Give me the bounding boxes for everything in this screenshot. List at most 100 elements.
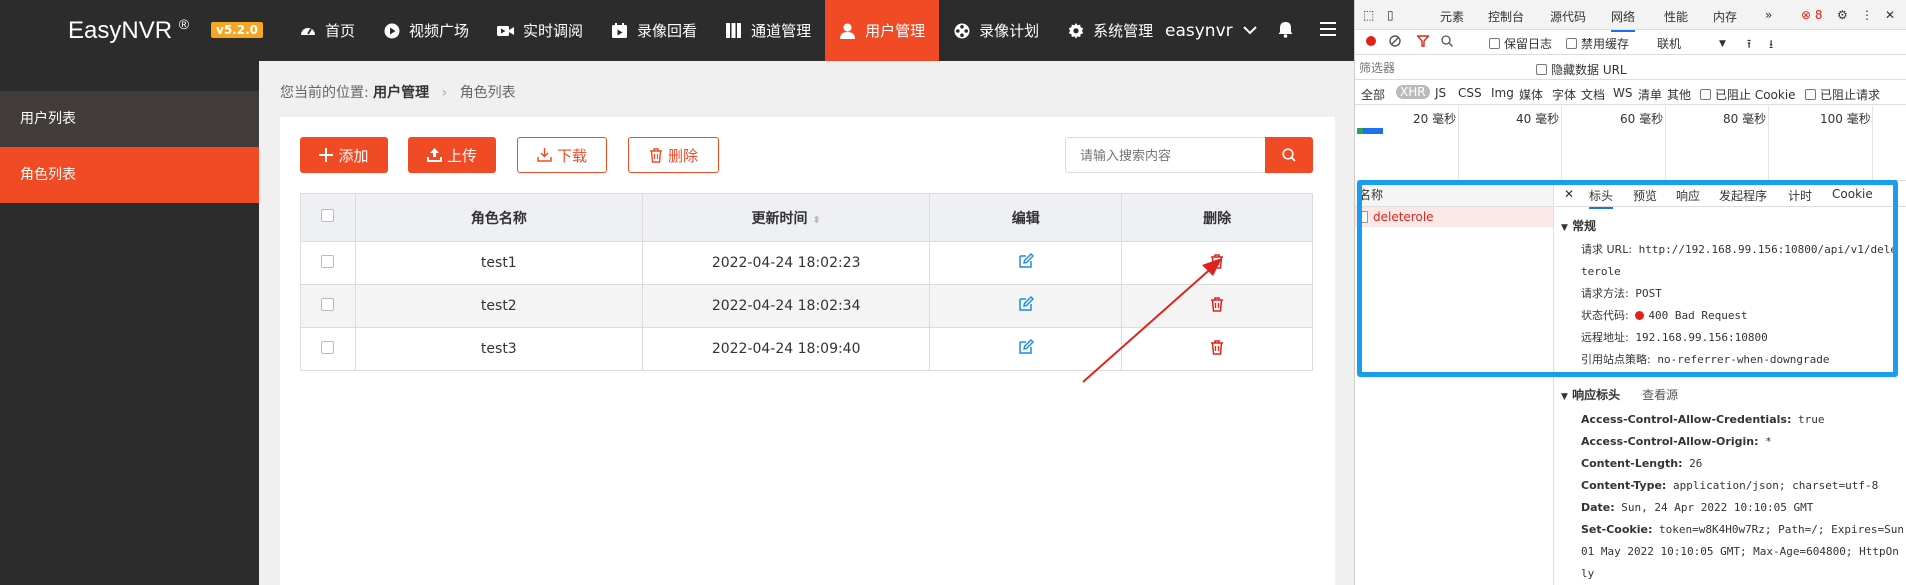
breadcrumb-parent[interactable]: 用户管理 — [373, 85, 429, 101]
sort-icon[interactable]: ⬍ — [812, 215, 820, 226]
row-checkbox[interactable] — [321, 254, 335, 268]
nav-video-square[interactable]: 视频广场 — [369, 0, 483, 61]
tab-cookies[interactable]: Cookie — [1832, 187, 1873, 201]
trash-icon — [649, 147, 663, 163]
col-updated-time[interactable]: 更新时间 ⬍ — [641, 193, 931, 242]
response-header-row: Access-Control-Allow-Origin: * — [1581, 435, 1772, 448]
filter-input[interactable] — [1359, 59, 1519, 77]
type-js[interactable]: JS — [1435, 86, 1446, 100]
nav-recording-plan[interactable]: 录像计划 — [939, 0, 1053, 61]
devtools-panel: ⬚ ▯ 元素 控制台 源代码 网络 性能 内存 » ⊗ 8 ⚙ ⋮ ✕ 保留日志… — [1354, 0, 1906, 585]
type-doc[interactable]: 文档 — [1581, 86, 1605, 103]
tab-memory[interactable]: 内存 — [1713, 8, 1737, 25]
delete-button[interactable]: 删除 — [628, 137, 719, 173]
version-badge: v5.2.0 — [211, 22, 263, 38]
hide-data-urls-checkbox[interactable]: 隐藏数据 URL — [1536, 61, 1627, 78]
throttle-select[interactable]: 联机 ▼ — [1657, 35, 1726, 52]
settings-gear-icon[interactable]: ⚙ — [1837, 8, 1848, 22]
request-row[interactable]: deleterole — [1355, 207, 1553, 227]
type-media[interactable]: 媒体 — [1519, 86, 1543, 103]
search-icon[interactable] — [1441, 35, 1453, 47]
sidebar-item-role-list[interactable]: 角色列表 — [0, 147, 259, 203]
type-ws[interactable]: WS — [1613, 86, 1632, 100]
gear-icon — [1067, 22, 1084, 39]
response-headers-toggle[interactable]: ▼ 响应标头 查看源 — [1561, 386, 1678, 403]
timeline-tick: 80 毫秒 — [1723, 112, 1767, 126]
view-source-link[interactable]: 查看源 — [1642, 388, 1678, 402]
tab-elements[interactable]: 元素 — [1440, 8, 1464, 25]
top-navbar: EasyNVR ® v5.2.0 首页 视频广场 实时调阅 录像回看 通道管理 — [0, 0, 1354, 61]
filter-icon[interactable] — [1417, 35, 1429, 47]
search-button[interactable] — [1265, 137, 1313, 173]
tab-performance[interactable]: 性能 — [1664, 8, 1688, 25]
error-count-badge[interactable]: ⊗ 8 — [1801, 8, 1823, 22]
edit-icon[interactable] — [1018, 296, 1034, 312]
blocked-cookies-checkbox[interactable]: 已阻止 Cookie — [1700, 86, 1796, 103]
user-dropdown[interactable]: easynvr — [1165, 0, 1257, 61]
general-section-toggle[interactable]: ▼ 常规 — [1561, 217, 1596, 234]
clear-icon[interactable] — [1389, 35, 1401, 47]
tab-console[interactable]: 控制台 — [1488, 8, 1524, 25]
tab-network[interactable]: 网络 — [1611, 8, 1636, 32]
nav-live-view[interactable]: 实时调阅 — [483, 0, 597, 61]
type-img[interactable]: Img — [1491, 86, 1514, 100]
chevron-down-icon — [1242, 26, 1257, 35]
add-button[interactable]: 添加 — [300, 137, 388, 173]
search-icon — [1282, 148, 1296, 162]
nav-system-management[interactable]: 系统管理 — [1053, 0, 1167, 61]
response-header-row: Access-Control-Allow-Credentials: true — [1581, 413, 1825, 426]
edit-icon[interactable] — [1018, 253, 1034, 269]
export-har-icon[interactable]: ⭳ — [1769, 35, 1773, 56]
upload-button[interactable]: 上传 — [408, 137, 496, 173]
error-status-dot-icon — [1635, 311, 1645, 320]
logo[interactable]: EasyNVR ® — [68, 16, 189, 45]
type-manifest[interactable]: 清单 — [1638, 86, 1662, 103]
import-har-icon[interactable]: ⭱ — [1747, 35, 1751, 56]
tab-initiator[interactable]: 发起程序 — [1719, 187, 1767, 204]
preserve-log-checkbox[interactable]: 保留日志 — [1489, 35, 1552, 52]
type-xhr[interactable]: XHR — [1396, 85, 1430, 99]
row-checkbox-cell — [300, 327, 356, 371]
tab-more[interactable]: » — [1765, 8, 1772, 22]
search-input[interactable] — [1066, 138, 1262, 172]
nav-playback[interactable]: 录像回看 — [597, 0, 711, 61]
more-options-icon[interactable]: ⋮ — [1861, 8, 1873, 22]
blocked-requests-checkbox[interactable]: 已阻止请求 — [1805, 86, 1880, 103]
annotation-arrow — [1082, 258, 1222, 383]
request-detail: ✕ 标头 预览 响应 发起程序 计时 Cookie ▼ 常规 请求 URL: h… — [1555, 183, 1906, 585]
tab-response[interactable]: 响应 — [1676, 187, 1700, 204]
dropdown-arrow-icon: ▼ — [1719, 38, 1726, 49]
upload-icon — [426, 148, 442, 162]
timeline-bar — [1363, 128, 1383, 134]
resource-type-filter: 全部 XHR JS CSS Img 媒体 字体 文档 WS 清单 其他 已阻止 … — [1355, 81, 1906, 105]
close-detail-icon[interactable]: ✕ — [1564, 187, 1574, 201]
triangle-down-icon: ▼ — [1561, 392, 1568, 402]
document-icon — [1359, 211, 1368, 223]
type-font[interactable]: 字体 — [1552, 86, 1576, 103]
tab-sources[interactable]: 源代码 — [1550, 8, 1586, 25]
type-all[interactable]: 全部 — [1361, 86, 1385, 103]
tab-preview[interactable]: 预览 — [1633, 187, 1657, 204]
edit-icon[interactable] — [1018, 339, 1034, 355]
sidebar-item-user-list[interactable]: 用户列表 — [0, 91, 259, 147]
download-button[interactable]: 下载 — [517, 137, 607, 173]
row-checkbox[interactable] — [321, 297, 335, 311]
device-toolbar-icon[interactable]: ▯ — [1387, 8, 1394, 22]
close-devtools-icon[interactable]: ✕ — [1885, 8, 1895, 22]
hamburger-menu-icon[interactable] — [1320, 22, 1336, 40]
select-all-checkbox[interactable] — [321, 209, 335, 222]
col-delete: 删除 — [1121, 193, 1313, 242]
tab-headers[interactable]: 标头 — [1589, 187, 1614, 209]
tab-timing[interactable]: 计时 — [1788, 187, 1812, 204]
dashboard-icon — [299, 22, 316, 39]
nav-user-management[interactable]: 用户管理 — [825, 0, 940, 61]
nav-home[interactable]: 首页 — [285, 0, 369, 61]
type-css[interactable]: CSS — [1458, 86, 1482, 100]
record-icon[interactable] — [1365, 35, 1377, 47]
row-checkbox[interactable] — [321, 340, 335, 354]
bell-icon[interactable] — [1278, 21, 1293, 42]
nav-channel-management[interactable]: 通道管理 — [711, 0, 825, 61]
type-other[interactable]: 其他 — [1667, 86, 1691, 103]
disable-cache-checkbox[interactable]: 禁用缓存 — [1566, 35, 1629, 52]
inspect-element-icon[interactable]: ⬚ — [1363, 8, 1374, 22]
